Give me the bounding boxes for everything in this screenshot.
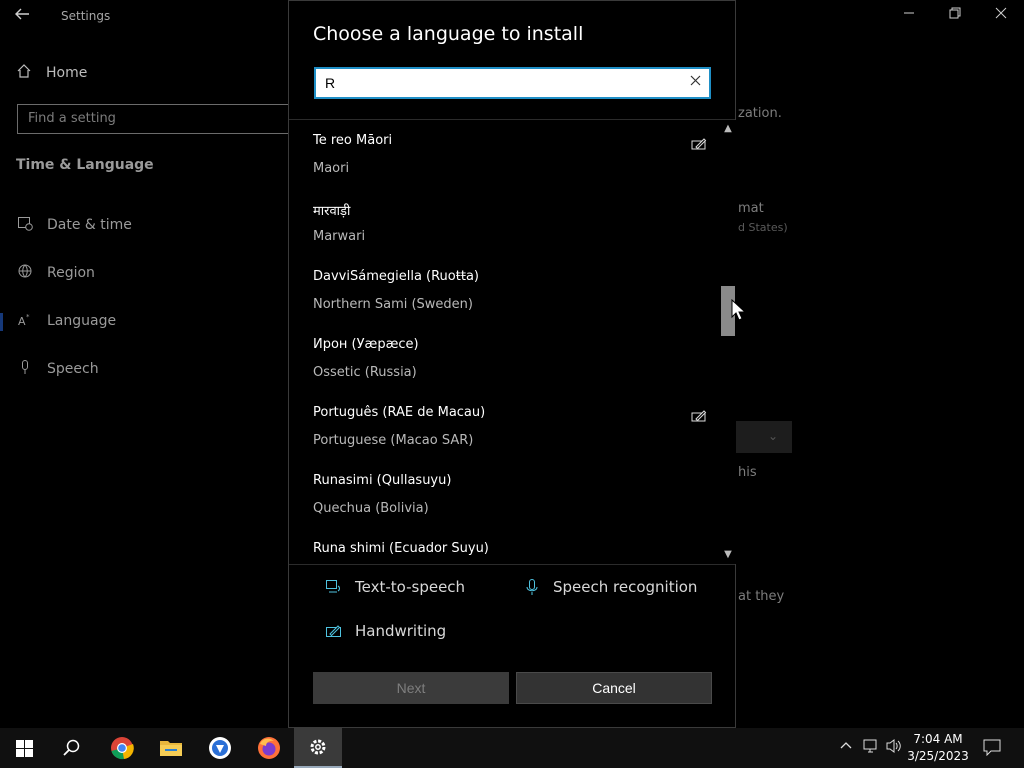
volume-icon[interactable] [885, 738, 903, 758]
find-setting-input[interactable]: Find a setting [17, 104, 302, 134]
notification-icon[interactable] [983, 739, 1001, 760]
nav-item-region[interactable]: Region [16, 263, 95, 283]
handwriting-icon [691, 136, 707, 150]
language-english-name: Quechua (Bolivia) [313, 501, 429, 516]
handwriting-icon [691, 408, 707, 422]
background-dropdown: ⌄ [736, 421, 792, 453]
language-search-box [314, 67, 711, 99]
clear-search-icon[interactable] [687, 74, 703, 90]
language-icon: A * [16, 311, 33, 331]
minimize-icon[interactable] [897, 5, 921, 27]
language-item[interactable]: Português (RAE de Macau) Portuguese (Mac… [289, 392, 719, 460]
language-search-input[interactable] [316, 69, 656, 97]
language-item[interactable]: Ирон (Уæрæсе) Ossetic (Russia) [289, 324, 719, 392]
chevron-down-icon: ⌄ [768, 429, 779, 443]
language-install-dialog: Choose a language to install Te reo Māor… [288, 0, 736, 728]
language-native-name: DavviSámegiella (Ruoŧŧa) [313, 269, 479, 284]
language-list: Te reo Māori Maori मारवाड़ी Marwari Davv… [289, 120, 719, 564]
language-item[interactable]: Runa shimi (Ecuador Suyu) [289, 528, 719, 564]
back-arrow-icon[interactable] [14, 6, 36, 28]
section-title: Time & Language [16, 157, 154, 173]
language-native-name: मारवाड़ी [313, 204, 351, 219]
language-item[interactable]: DavviSámegiella (Ruoŧŧa) Northern Sami (… [289, 256, 719, 324]
feature-text-to-speech: Text-to-speech [325, 578, 465, 596]
background-text: zation. [738, 106, 782, 121]
feature-speech-recognition: Speech recognition [523, 578, 697, 596]
taskbar-browser[interactable] [196, 728, 244, 768]
windows-logo-icon [15, 739, 33, 757]
app-title: Settings [61, 9, 111, 23]
cancel-button[interactable]: Cancel [516, 672, 712, 704]
scroll-down-icon[interactable]: ▼ [720, 548, 736, 562]
nav-item-date-time[interactable]: Date & time [16, 215, 132, 235]
language-native-name: Te reo Māori [313, 133, 393, 148]
search-icon [63, 739, 80, 756]
taskbar-clock[interactable]: 7:04 AM 3/25/2023 [905, 731, 971, 765]
language-english-name: Portuguese (Macao SAR) [313, 433, 474, 448]
microphone-icon [16, 359, 33, 379]
background-text: mat [738, 201, 764, 216]
language-item[interactable]: मारवाड़ी Marwari [289, 188, 719, 256]
language-english-name: Ossetic (Russia) [313, 365, 417, 380]
language-english-name: Northern Sami (Sweden) [313, 297, 473, 312]
mouse-cursor-icon [731, 299, 745, 321]
folder-icon [160, 741, 182, 756]
svg-text:*: * [26, 313, 30, 321]
nav-label-date-time: Date & time [47, 217, 132, 233]
clock-time: 7:04 AM [913, 732, 963, 746]
feature-label: Text-to-speech [355, 578, 466, 596]
language-native-name: Ирон (Уæрæсе) [313, 337, 419, 352]
language-item[interactable]: Runasimi (Qullasuyu) Quechua (Bolivia) [289, 460, 719, 528]
search-button[interactable] [48, 728, 96, 768]
microphone-icon [526, 579, 538, 595]
globe-icon [16, 263, 33, 283]
feature-label: Speech recognition [553, 578, 698, 596]
feature-handwriting: Handwriting [325, 622, 446, 640]
background-text: at they [738, 589, 785, 604]
handwriting-icon [326, 625, 341, 637]
next-button[interactable]: Next [313, 672, 509, 704]
firefox-icon [258, 737, 280, 759]
taskbar-firefox[interactable] [245, 728, 293, 768]
dialog-title: Choose a language to install [313, 23, 584, 45]
scroll-up-icon[interactable]: ▲ [720, 122, 736, 136]
language-english-name: Maori [313, 161, 350, 176]
language-item[interactable]: Te reo Māori Maori [289, 120, 719, 188]
start-button[interactable] [0, 728, 48, 768]
text-to-speech-icon [326, 580, 340, 593]
language-english-name: Marwari [313, 229, 366, 244]
language-native-name: Runa shimi (Ecuador Suyu) [313, 541, 489, 556]
background-text: d States) [738, 221, 788, 234]
clock-date: 3/25/2023 [907, 749, 969, 763]
chevron-up-icon[interactable] [839, 738, 853, 756]
nav-label-language: Language [47, 313, 117, 329]
browser-icon [209, 737, 231, 759]
find-setting-placeholder: Find a setting [28, 111, 116, 126]
nav-label-region: Region [47, 265, 95, 281]
language-native-name: Runasimi (Qullasuyu) [313, 473, 452, 488]
taskbar-settings[interactable] [294, 728, 342, 768]
calendar-clock-icon [16, 215, 33, 235]
nav-selection-indicator [0, 313, 3, 331]
home-link[interactable]: Home [16, 62, 87, 84]
nav-item-speech[interactable]: Speech [16, 359, 99, 379]
taskbar-chrome[interactable] [98, 728, 146, 768]
taskbar: 7:04 AM 3/25/2023 [0, 728, 1024, 768]
language-native-name: Português (RAE de Macau) [313, 405, 486, 420]
nav-label-speech: Speech [47, 361, 99, 377]
gear-icon [310, 739, 326, 755]
home-icon [16, 63, 32, 83]
chrome-icon [111, 737, 134, 760]
nav-item-language[interactable]: A * Language [16, 311, 117, 331]
close-icon[interactable] [989, 5, 1013, 27]
background-text: his [738, 465, 757, 480]
home-label: Home [46, 65, 88, 81]
svg-text:A: A [18, 315, 26, 327]
restore-icon[interactable] [943, 5, 967, 27]
language-list-scrollbar[interactable]: ▲ ▼ [720, 120, 736, 564]
list-divider [289, 564, 735, 565]
feature-label: Handwriting [355, 622, 447, 640]
taskbar-file-explorer[interactable] [147, 728, 195, 768]
network-icon[interactable] [862, 738, 880, 758]
